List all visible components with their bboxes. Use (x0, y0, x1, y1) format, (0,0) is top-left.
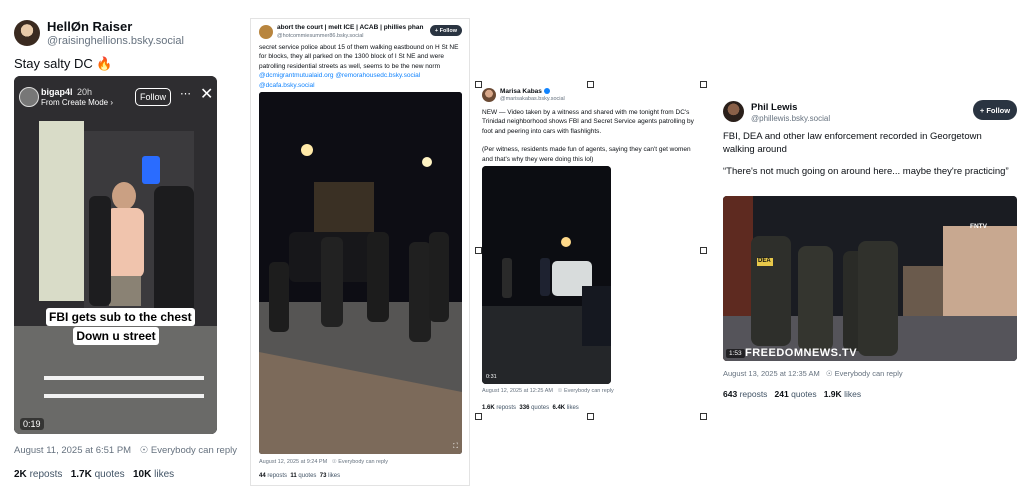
like-label[interactable]: likes (154, 469, 174, 480)
post-text: NEW — Video taken by a witness and share… (482, 108, 700, 164)
reply-setting: Everybody can reply (338, 459, 389, 465)
quote-label[interactable]: quotes (531, 405, 549, 411)
avatar[interactable] (482, 88, 496, 102)
reply-setting: Everybody can reply (150, 445, 237, 456)
repost-label[interactable]: reposts (30, 469, 63, 480)
quote-label[interactable]: quotes (298, 473, 316, 479)
repost-count[interactable]: 1.6K (482, 405, 495, 411)
story-time: 20h (77, 87, 93, 97)
close-icon[interactable]: ✕ (200, 84, 213, 104)
quote-count[interactable]: 336 (519, 405, 529, 411)
caption-overlay: FBI gets sub to the chest Down u street (46, 308, 195, 345)
avatar[interactable] (14, 20, 40, 46)
like-count[interactable]: 73 (320, 473, 327, 479)
caption-line-2: Down u street (73, 327, 159, 345)
post-video[interactable]: 0:31 (482, 166, 611, 384)
post-video[interactable]: ⛶ (259, 92, 462, 454)
post-text: secret service police about 15 of them w… (259, 43, 463, 90)
video-frame (723, 196, 1017, 361)
author-name[interactable]: Marisa Kabas (500, 88, 550, 95)
author-name[interactable]: abort the court | melt ICE | ACAB | phil… (277, 24, 423, 31)
repost-count[interactable]: 2K (14, 469, 27, 480)
vest-label: DEA (758, 258, 771, 264)
date-text[interactable]: August 13, 2025 at 12:35 AM (723, 369, 820, 378)
post-date: August 11, 2025 at 6:51 PM ☉ Everybody c… (14, 445, 237, 456)
globe-icon: ☉ (331, 459, 337, 465)
quote-label[interactable]: quotes (95, 469, 125, 480)
story-subtitle[interactable]: From Create Mode › (41, 98, 113, 107)
video-duration: 1:53 (726, 349, 745, 358)
story-user[interactable]: bigap4l (41, 87, 73, 97)
repost-count[interactable]: 643 (723, 389, 737, 399)
avatar[interactable] (723, 101, 744, 122)
post-text-para-1: NEW — Video taken by a witness and share… (482, 109, 694, 135)
repost-label[interactable]: reposts (267, 473, 287, 479)
post-text-para-2: “There's not much going on around here..… (723, 165, 1009, 177)
author-handle[interactable]: @raisinghellions.bsky.social (47, 35, 184, 47)
date-text[interactable]: August 12, 2025 at 9:24 PM (259, 459, 327, 465)
post-text: Stay salty DC 🔥 (14, 56, 113, 71)
video-frame (259, 92, 462, 454)
caption-line-1: FBI gets sub to the chest (46, 308, 195, 326)
post-stats: 44 reposts 11 quotes 73 likes (259, 473, 340, 479)
quote-label[interactable]: quotes (791, 389, 817, 399)
author-name[interactable]: HellØn Raiser (47, 19, 132, 34)
date-text[interactable]: August 12, 2025 at 12:25 AM (482, 388, 553, 394)
like-label[interactable]: likes (567, 405, 579, 411)
like-count[interactable]: 6.4K (552, 405, 565, 411)
post-text-para-1: FBI, DEA and other law enforcement recor… (723, 131, 982, 156)
post-stats: 2K reposts 1.7K quotes 10K likes (14, 469, 174, 480)
date-text[interactable]: August 11, 2025 at 6:51 PM (14, 445, 131, 456)
repost-label[interactable]: reposts (496, 405, 516, 411)
repost-label[interactable]: reposts (740, 389, 768, 399)
fullscreen-icon[interactable]: ⛶ (453, 443, 458, 451)
like-count[interactable]: 1.9K (824, 389, 842, 399)
verified-icon (543, 88, 550, 95)
quote-count[interactable]: 1.7K (71, 469, 92, 480)
globe-icon: ☉ (139, 445, 149, 456)
post-date: August 13, 2025 at 12:35 AM ☉ Everybody … (723, 369, 903, 378)
reply-setting: Everybody can reply (834, 369, 903, 378)
author-handle[interactable]: @hotcommiesummer86.bsky.social (277, 33, 363, 39)
post-4: Phil Lewis @phillewis.bsky.social + Foll… (714, 93, 1024, 408)
post-date: August 12, 2025 at 9:24 PM ☉ Everybody c… (259, 459, 388, 465)
more-icon[interactable]: ⋯ (180, 87, 191, 100)
repost-count[interactable]: 44 (259, 473, 266, 479)
post-text-para-2: (Per witness, residents made fun of agen… (482, 146, 691, 163)
post-text-body: secret service police about 15 of them w… (259, 44, 459, 70)
like-label[interactable]: likes (328, 473, 340, 479)
story-follow-button[interactable]: Follow (135, 88, 171, 106)
post-video[interactable]: DEA FNTV 1:53 FREEDOMNEWS.TV (723, 196, 1017, 361)
follow-button[interactable]: + Follow (430, 25, 462, 36)
post-text: FBI, DEA and other law enforcement recor… (723, 130, 1013, 178)
author-name-text[interactable]: Marisa Kabas (500, 88, 542, 95)
post-2: abort the court | melt ICE | ACAB | phil… (250, 18, 470, 486)
channel-logo: FNTV (970, 223, 987, 230)
author-name[interactable]: Phil Lewis (751, 102, 797, 113)
video-duration: 0:19 (20, 418, 44, 430)
story-avatar[interactable] (19, 87, 39, 107)
post-1: HellØn Raiser @raisinghellions.bsky.soci… (0, 0, 240, 492)
video-frame (14, 76, 217, 434)
like-count[interactable]: 10K (133, 469, 151, 480)
avatar[interactable] (259, 25, 273, 39)
follow-button[interactable]: + Follow (973, 100, 1017, 120)
globe-icon: ☉ (557, 388, 563, 394)
globe-icon: ☉ (825, 369, 833, 378)
video-duration: 0:31 (486, 374, 497, 380)
watermark: FREEDOMNEWS.TV (745, 347, 858, 359)
post-3: Marisa Kabas @marisakabas.bsky.social NE… (478, 84, 702, 416)
post-date: August 12, 2025 at 12:25 AM ☉ Everybody … (482, 388, 614, 394)
reply-setting: Everybody can reply (563, 388, 614, 394)
like-label[interactable]: likes (844, 389, 861, 399)
mention-links[interactable]: @dcmigrantmutualaid.org @remorahousedc.b… (259, 72, 420, 88)
post-stats: 643 reposts 241 quotes 1.9K likes (723, 389, 861, 399)
story-video[interactable]: bigap4l 20h From Create Mode › Follow ⋯ … (14, 76, 217, 434)
video-frame (482, 166, 611, 384)
quote-count[interactable]: 241 (775, 389, 789, 399)
post-stats: 1.6K reposts 336 quotes 6.4K likes (482, 405, 579, 411)
author-handle[interactable]: @phillewis.bsky.social (751, 114, 830, 123)
author-handle[interactable]: @marisakabas.bsky.social (500, 96, 565, 102)
quote-count[interactable]: 11 (290, 473, 296, 479)
